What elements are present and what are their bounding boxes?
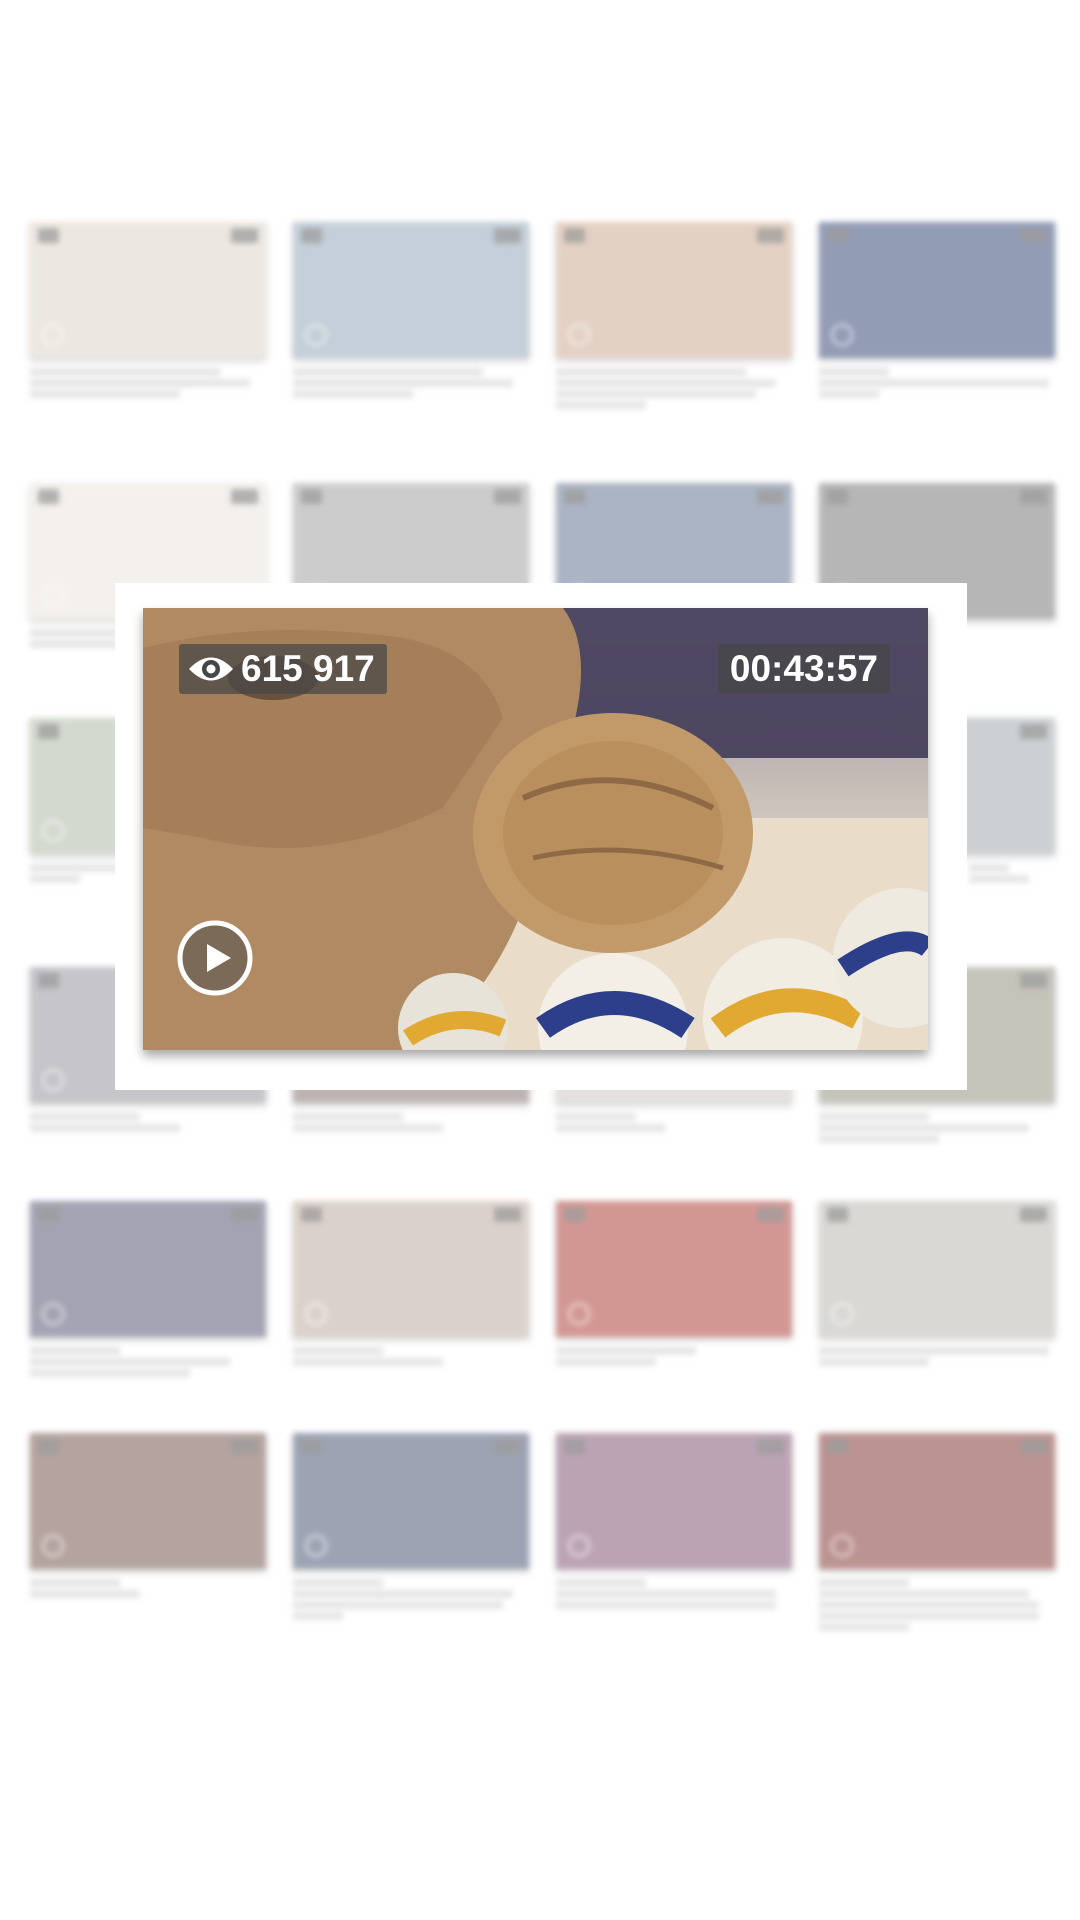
video-caption-blurred (819, 1579, 1055, 1631)
video-card[interactable] (819, 222, 1055, 401)
play-icon (42, 820, 64, 842)
video-caption-blurred (30, 1579, 266, 1598)
play-icon (831, 324, 853, 346)
play-button[interactable] (177, 920, 253, 996)
play-icon (42, 1535, 64, 1557)
video-caption-blurred (30, 1113, 266, 1132)
video-card[interactable] (556, 1433, 792, 1612)
video-card[interactable] (819, 1201, 1055, 1369)
video-thumbnail (30, 1433, 266, 1569)
play-icon (42, 1069, 64, 1091)
video-caption-blurred (556, 368, 792, 409)
video-thumbnail (293, 1201, 529, 1337)
play-icon (831, 1303, 853, 1325)
video-caption-blurred (293, 1347, 529, 1366)
play-icon (568, 1535, 590, 1557)
video-thumbnail (819, 222, 1055, 358)
video-caption-blurred (293, 1579, 529, 1620)
play-icon (305, 1303, 327, 1325)
video-caption-blurred (556, 1113, 792, 1132)
video-thumbnail (556, 1433, 792, 1569)
video-card[interactable] (293, 1433, 529, 1623)
video-thumbnail (819, 1433, 1055, 1569)
video-caption-blurred (556, 1347, 792, 1366)
views-count: 615 917 (241, 648, 375, 689)
video-thumbnail (819, 1201, 1055, 1337)
video-caption-blurred (556, 1579, 792, 1609)
eye-icon (189, 657, 233, 681)
play-icon (42, 585, 64, 607)
video-caption-blurred (293, 368, 529, 398)
video-card[interactable] (556, 222, 792, 412)
video-thumbnail (30, 222, 266, 358)
video-card[interactable] (30, 222, 266, 401)
video-thumbnail (556, 1201, 792, 1337)
video-caption-blurred (819, 1347, 1055, 1366)
video-card[interactable] (556, 1201, 792, 1369)
video-caption-blurred (30, 368, 266, 398)
video-caption-blurred (30, 1347, 266, 1377)
video-thumbnail (30, 1201, 266, 1337)
video-card[interactable] (293, 222, 529, 401)
play-icon (568, 1303, 590, 1325)
video-preview-popup[interactable]: 615 917 00:43:57 (115, 583, 967, 1090)
video-card[interactable] (30, 1433, 266, 1601)
views-badge: 615 917 (179, 644, 387, 694)
play-icon (305, 324, 327, 346)
video-caption-blurred (819, 1113, 1055, 1143)
video-preview[interactable]: 615 917 00:43:57 (143, 608, 928, 1050)
video-thumbnail (293, 1433, 529, 1569)
play-icon (831, 1535, 853, 1557)
video-card[interactable] (293, 1201, 529, 1369)
video-thumbnail (556, 222, 792, 358)
play-icon (42, 1303, 64, 1325)
video-card[interactable] (819, 1433, 1055, 1634)
video-duration: 00:43:57 (729, 648, 878, 689)
duration-badge: 00:43:57 (717, 644, 890, 694)
play-icon (305, 1535, 327, 1557)
video-card[interactable] (30, 1201, 266, 1380)
video-thumbnail (293, 222, 529, 358)
video-caption-blurred (293, 1113, 529, 1132)
play-icon (568, 324, 590, 346)
video-caption-blurred (969, 864, 1055, 883)
video-caption-blurred (819, 368, 1055, 398)
play-icon (42, 324, 64, 346)
